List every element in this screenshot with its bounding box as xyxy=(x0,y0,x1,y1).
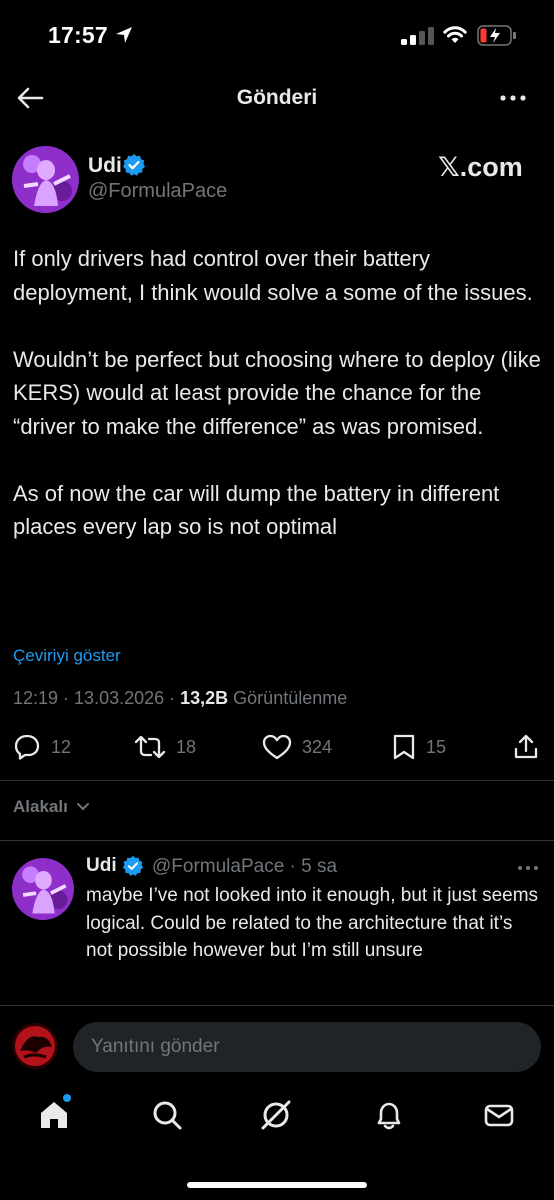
repost-icon xyxy=(134,735,166,759)
divider xyxy=(0,840,554,841)
divider xyxy=(0,1005,554,1006)
bookmark-button[interactable]: 15 xyxy=(392,733,446,761)
messages-icon[interactable] xyxy=(482,1098,516,1132)
more-icon[interactable] xyxy=(516,862,540,874)
sort-dropdown[interactable]: Alakalı xyxy=(13,797,90,817)
current-user-avatar[interactable] xyxy=(12,1023,58,1069)
post-paragraph: If only drivers had control over their b… xyxy=(13,246,533,305)
sort-label: Alakalı xyxy=(13,797,68,816)
post-actions: 12 18 324 15 xyxy=(0,733,554,763)
reply-input[interactable] xyxy=(73,1022,541,1072)
post-paragraph: As of now the car will dump the battery … xyxy=(13,480,500,540)
reply-author-avatar[interactable] xyxy=(12,858,74,920)
share-button[interactable] xyxy=(513,733,549,761)
reply-text: maybe I’ve not looked into it enough, bu… xyxy=(86,885,539,961)
notification-dot xyxy=(63,1094,71,1102)
like-button[interactable]: 324 xyxy=(262,733,332,761)
location-arrow-icon xyxy=(116,27,132,43)
brand-label: 𝕏.com xyxy=(438,152,523,182)
reply-count: 12 xyxy=(51,736,72,757)
bookmark-count: 15 xyxy=(426,736,447,757)
status-time: 17:57 xyxy=(48,22,108,48)
signal-icon xyxy=(401,27,434,45)
post-text: If only drivers had control over their b… xyxy=(13,242,543,577)
like-icon xyxy=(262,734,292,760)
battery-charging-icon xyxy=(477,25,516,46)
like-count: 324 xyxy=(302,736,333,757)
bookmark-icon xyxy=(393,734,415,760)
search-icon[interactable] xyxy=(150,1098,184,1132)
reply-icon xyxy=(14,734,40,760)
post-meta: 12:19 · 13.03.2026 · 13,2B Görüntülenme xyxy=(13,688,347,709)
page-title: Gönderi xyxy=(236,86,318,109)
views-count: 13,2B xyxy=(180,688,229,708)
repost-count: 18 xyxy=(176,736,197,757)
verified-icon xyxy=(122,855,144,876)
post-timestamp: 12:19 · 13.03.2026 · xyxy=(13,688,181,708)
repost-button[interactable]: 18 xyxy=(134,733,196,761)
author-handle[interactable]: @FormulaPace xyxy=(88,180,227,203)
wifi-icon xyxy=(443,26,467,43)
post-paragraph: Wouldn’t be perfect but choosing where t… xyxy=(13,346,541,439)
reply-handle-time[interactable]: @FormulaPace · 5 sa xyxy=(152,856,337,878)
home-icon[interactable] xyxy=(37,1098,71,1132)
reply-author-name[interactable]: Udi xyxy=(86,855,117,877)
chevron-down-icon xyxy=(76,803,89,811)
home-indicator xyxy=(187,1182,367,1188)
notifications-icon[interactable] xyxy=(372,1098,406,1132)
reply-button[interactable]: 12 xyxy=(13,733,71,761)
author-name[interactable]: Udi xyxy=(88,154,122,178)
show-translation-link[interactable]: Çeviriyi göster xyxy=(13,646,121,666)
grok-icon[interactable] xyxy=(259,1098,293,1132)
more-icon[interactable] xyxy=(498,88,528,108)
views-label: Görüntülenme xyxy=(228,688,348,708)
divider xyxy=(0,780,554,781)
author-avatar[interactable] xyxy=(12,146,79,213)
status-bar: 17:57 xyxy=(0,0,554,70)
verified-icon xyxy=(123,154,145,176)
share-icon xyxy=(514,734,538,759)
